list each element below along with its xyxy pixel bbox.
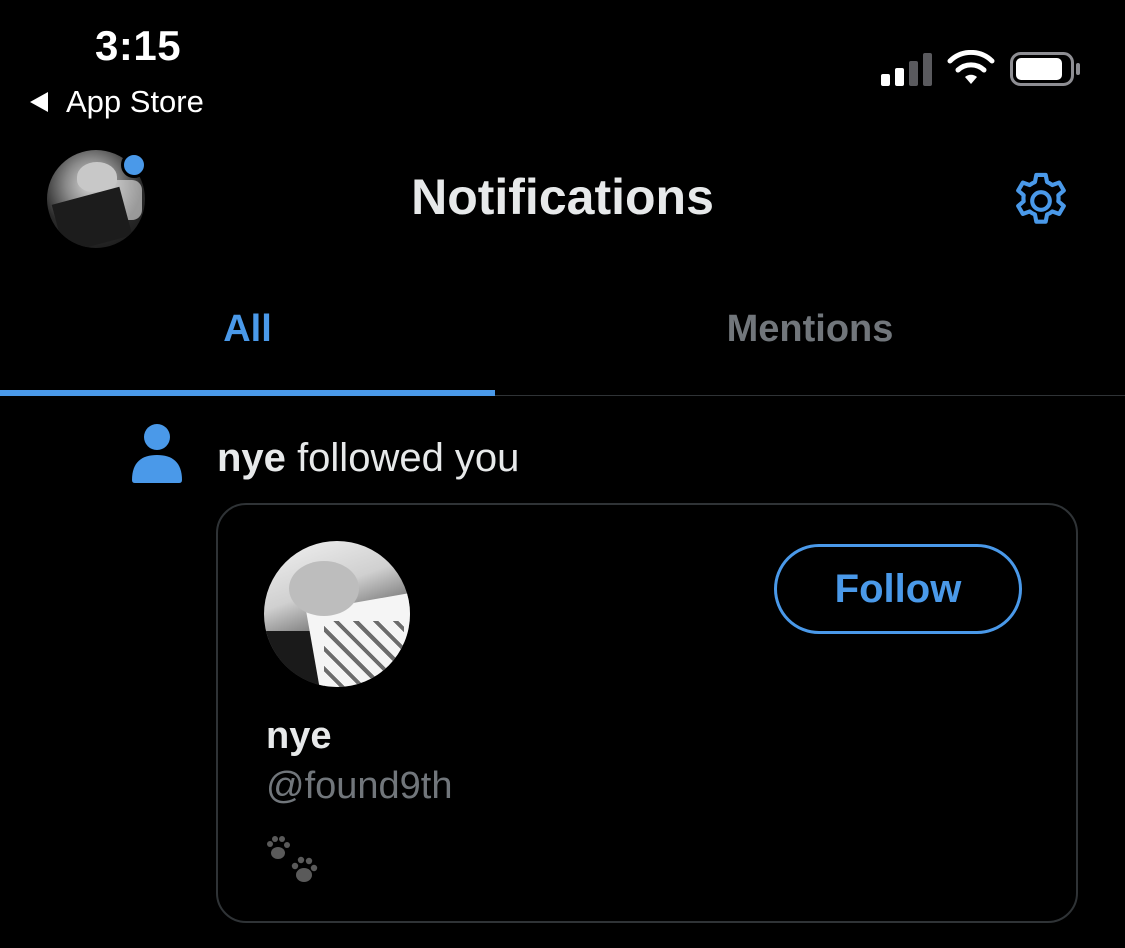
follow-button[interactable]: Follow (774, 544, 1022, 634)
cellular-signal-icon (881, 53, 935, 86)
tab-all[interactable]: All (0, 308, 495, 351)
gear-icon[interactable] (1008, 168, 1074, 234)
user-name[interactable]: nye (266, 715, 331, 758)
page-title: Notifications (411, 169, 714, 225)
paw-prints-icon (267, 836, 318, 882)
user-handle: @found9th (266, 765, 453, 807)
tab-mentions[interactable]: Mentions (495, 308, 1125, 351)
back-triangle-icon (30, 92, 48, 112)
back-app-label: App Store (66, 84, 204, 119)
back-to-app-button[interactable]: App Store (30, 84, 204, 120)
user-card[interactable]: Follow nye @found9th (216, 503, 1078, 923)
user-avatar[interactable] (264, 541, 410, 687)
person-icon (132, 424, 182, 483)
notification-text[interactable]: nye followed you (217, 436, 519, 481)
battery-icon (1010, 52, 1080, 86)
status-time: 3:15 (95, 22, 182, 69)
screen: 3:15 App Store Notifications All Mention… (0, 0, 1125, 948)
notification-action: followed you (297, 436, 520, 480)
wifi-icon (947, 50, 995, 84)
active-tab-indicator (0, 390, 495, 396)
user-bio (266, 835, 322, 897)
notification-actor[interactable]: nye (217, 436, 286, 480)
